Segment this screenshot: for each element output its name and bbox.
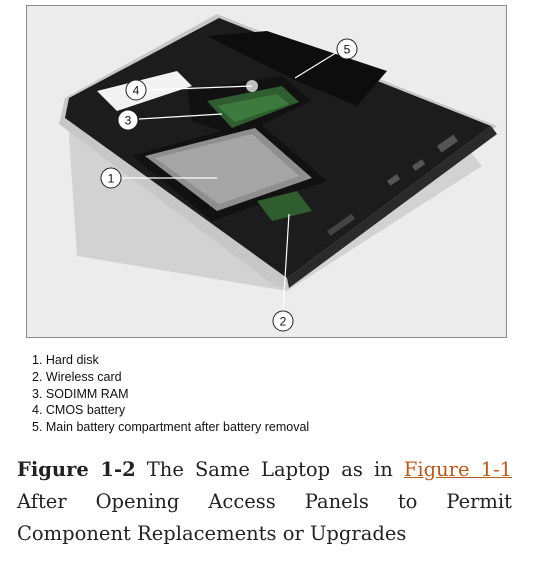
callout-5: 5 [336,38,358,60]
svg-text:1: 1 [108,172,115,186]
svg-text:3: 3 [125,114,132,128]
figure-caption: Figure 1-2 The Same Laptop as in Figure … [17,454,512,550]
callout-1: 1 [100,167,122,189]
legend-item-wireless-card: 2. Wireless card [32,369,122,384]
legend-item-cmos-battery: 4. CMOS battery [32,403,126,418]
caption-text-start: The Same Laptop as in [146,458,393,481]
svg-text:2: 2 [280,315,287,329]
figure-label: Figure 1-2 [17,458,136,481]
callout-legend: 1. Hard disk 2. Wireless card 3. SODIMM … [32,352,309,436]
callout-4: 4 [125,79,147,101]
callout-2: 2 [272,310,294,332]
legend-item-sodimm-ram: 3. SODIMM RAM [32,386,129,401]
caption-text-end: After Opening Access Panels to Permit Co… [17,490,512,545]
figure-cross-reference-link[interactable]: Figure 1-1 [404,458,512,481]
svg-text:4: 4 [133,84,140,98]
callout-3: 3 [117,109,139,131]
laptop-photo: 1 2 3 4 5 [26,5,507,338]
legend-item-battery-compartment: 5. Main battery compartment after batter… [32,420,310,435]
legend-item-hard-disk: 1. Hard disk [32,353,99,367]
svg-text:5: 5 [344,43,351,57]
laptop-illustration: 1 2 3 4 5 [27,6,506,337]
